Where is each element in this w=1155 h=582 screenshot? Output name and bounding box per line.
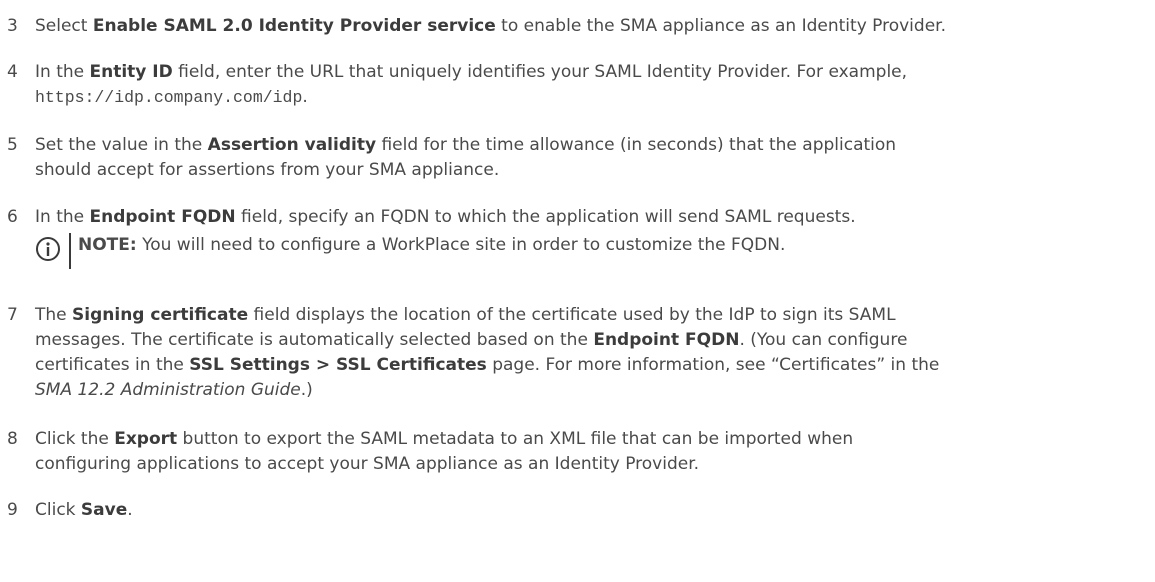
step-number: 7 (7, 305, 18, 325)
text-run: page. For more information, see “Certifi… (486, 355, 940, 375)
text-run: field, specify an FQDN to which the appl… (235, 207, 856, 227)
note-divider (69, 233, 71, 269)
text-run: . (302, 87, 308, 107)
step-number: 5 (7, 135, 18, 155)
note-text: NOTE: You will need to configure a WorkP… (78, 233, 1128, 258)
step-number: 9 (7, 500, 18, 520)
ui-term: SSL Settings > SSL Certificates (189, 355, 487, 375)
step-text: Click Save. (35, 498, 1150, 523)
ui-term: Save (80, 500, 128, 520)
text-run: messages. The certificate is automatical… (35, 330, 594, 350)
text-run: field for the time allowance (in seconds… (376, 135, 897, 155)
step-text: The Signing certificate field displays t… (35, 303, 1150, 403)
text-run: should accept for assertions from your S… (35, 160, 500, 180)
note-callout: NOTE: You will need to configure a WorkP… (35, 233, 1135, 273)
ui-term: Export (114, 429, 178, 449)
ui-term: Signing certificate (72, 305, 249, 325)
text-run: certificates in the (35, 355, 190, 375)
step-text: Set the value in the Assertion validity … (35, 133, 1150, 183)
example-url: https://idp.company.com/idp (35, 88, 303, 107)
text-run: Click the (35, 429, 115, 449)
step-number: 6 (7, 207, 18, 227)
text-run: to enable the SMA appliance as an Identi… (495, 16, 946, 36)
step-number: 8 (7, 429, 18, 449)
text-run: In the (35, 207, 90, 227)
text-run: field, enter the URL that uniquely ident… (172, 62, 908, 82)
note-body: You will need to configure a WorkPlace s… (136, 235, 786, 255)
text-run: button to export the SAML metadata to an… (177, 429, 854, 449)
text-run: Set the value in the (35, 135, 208, 155)
text-run: Click (35, 500, 81, 520)
ui-term: Endpoint FQDN (89, 207, 236, 227)
step-number: 3 (7, 16, 18, 36)
text-run: . (127, 500, 133, 520)
text-run: . (You can configure (739, 330, 908, 350)
ui-term: Enable SAML 2.0 Identity Provider servic… (92, 16, 496, 36)
step-number: 4 (7, 62, 18, 82)
text-run: configuring applications to accept your … (35, 454, 700, 474)
step-text: Select Enable SAML 2.0 Identity Provider… (35, 14, 1150, 39)
note-label: NOTE: (78, 235, 137, 255)
text-run: Select (35, 16, 93, 36)
step-text: Click the Export button to export the SA… (35, 427, 1150, 477)
text-run: field displays the location of the certi… (248, 305, 896, 325)
ui-term: Entity ID (89, 62, 173, 82)
doc-title: SMA 12.2 Administration Guide (35, 380, 301, 400)
text-run: The (35, 305, 73, 325)
step-text: In the Entity ID field, enter the URL th… (35, 60, 1150, 110)
ui-term: Assertion validity (207, 135, 377, 155)
info-circle-icon (36, 237, 60, 261)
text-run: In the (35, 62, 90, 82)
text-run: .) (300, 380, 313, 400)
ui-term: Endpoint FQDN (593, 330, 740, 350)
step-text: In the Endpoint FQDN field, specify an F… (35, 205, 1150, 230)
